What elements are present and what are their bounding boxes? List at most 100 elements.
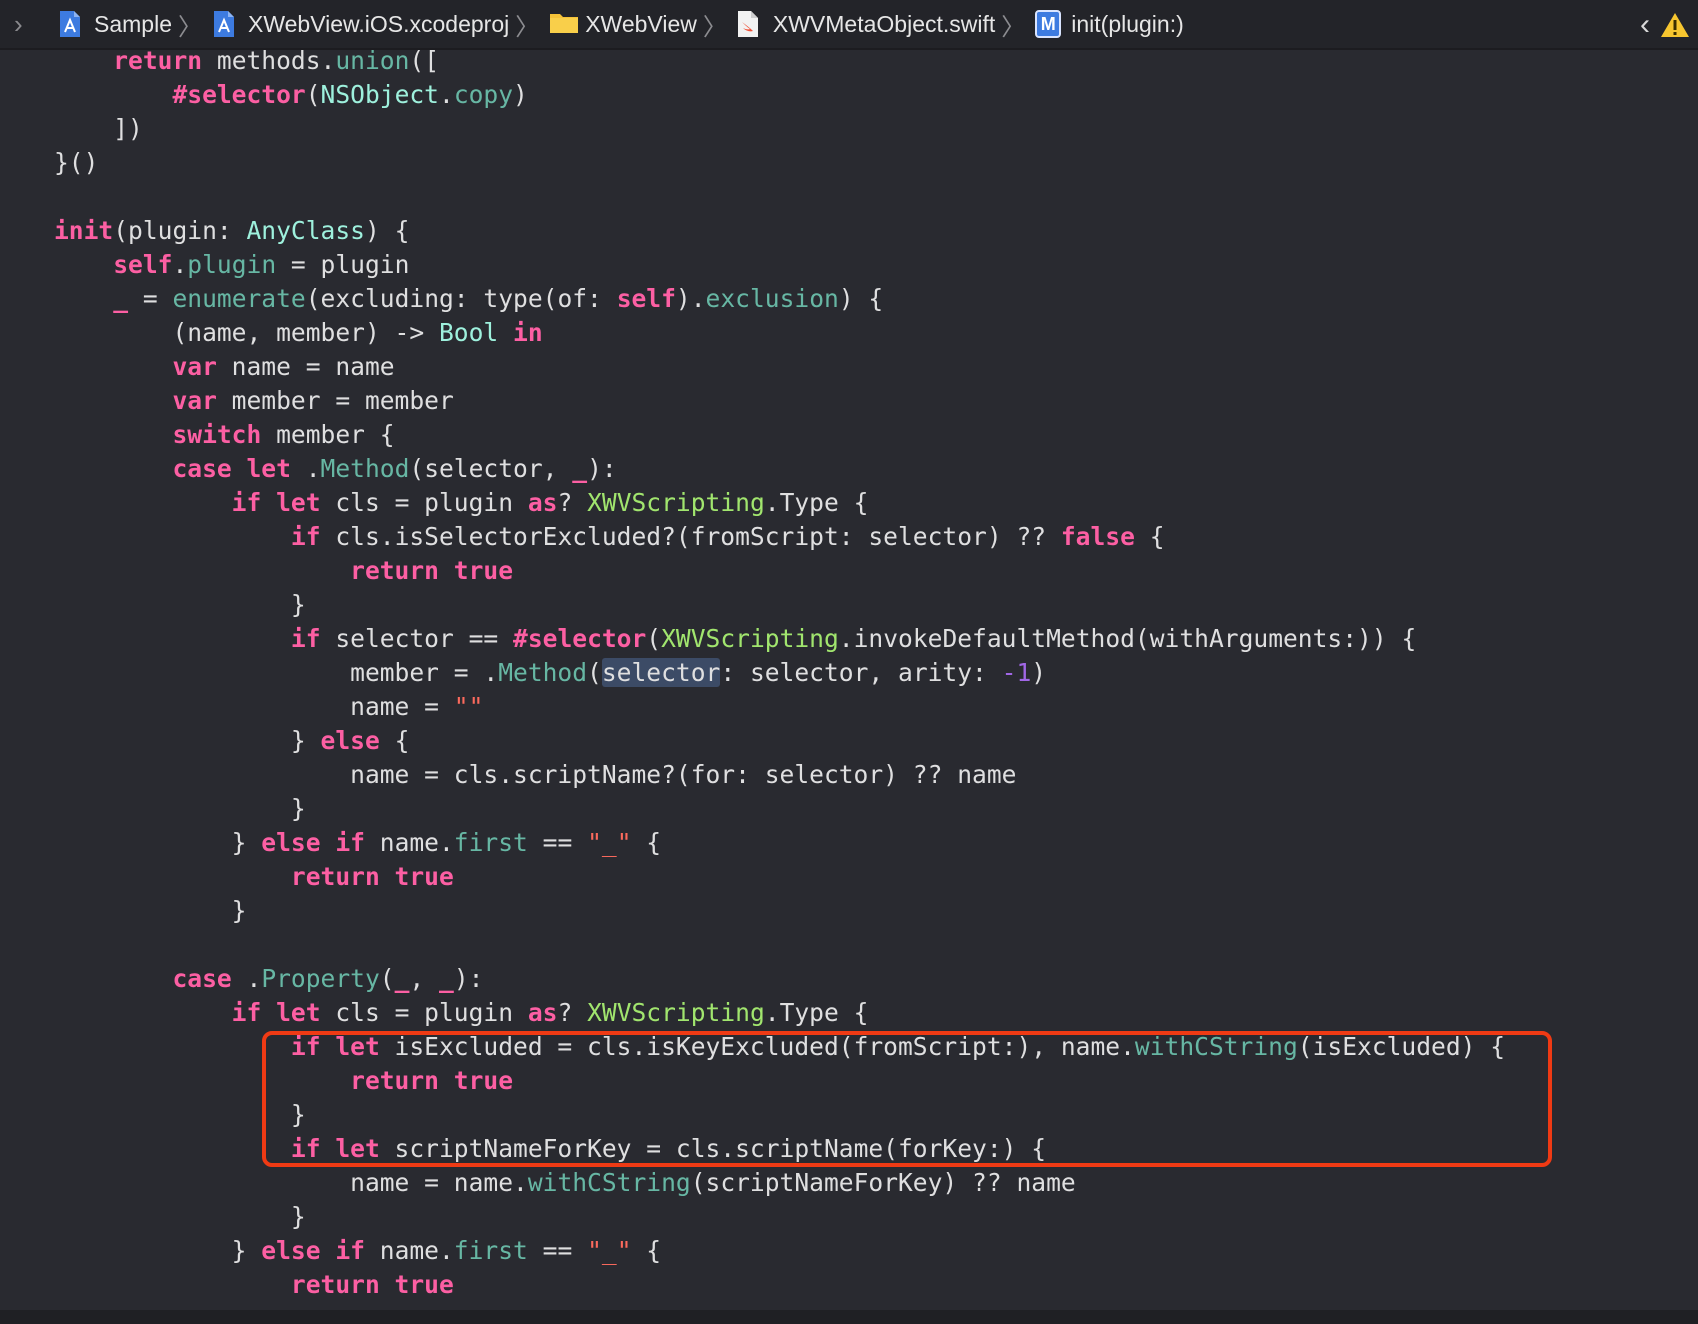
code-token: NSObject — [320, 80, 439, 109]
code-token: ([ — [409, 50, 440, 75]
code-token: else if — [261, 1236, 365, 1265]
code-line: }() — [54, 146, 98, 180]
code-token: cls = plugin — [320, 488, 528, 517]
breadcrumb: Sample 〉 XWebView.iOS.xcodeproj 〉 XWebView 〉 X… — [58, 0, 1184, 49]
code-line: self.plugin = plugin — [54, 248, 409, 282]
code-token: #selector — [513, 624, 647, 653]
code-token: ) { — [364, 216, 410, 245]
code-line: return methods.union([ — [54, 50, 439, 78]
code-token: case — [54, 964, 232, 993]
code-token: withCString — [527, 1168, 691, 1197]
code-token: = — [128, 284, 173, 313]
code-token: ) { — [838, 284, 884, 313]
code-line: case .Property(_, _): — [54, 962, 483, 996]
breadcrumb-item[interactable]: Minit(plugin:) — [1035, 0, 1184, 49]
code-token: name = name — [216, 352, 395, 381]
breadcrumb-separator: 〉 — [702, 13, 727, 41]
code-token: . — [172, 250, 188, 279]
code-token: (plugin: — [113, 216, 247, 245]
code-token: in — [513, 318, 543, 347]
code-line: if selector == #selector(XWVScripting.in… — [54, 622, 1416, 656]
code-token: enumerate — [172, 284, 306, 313]
code-line: case let .Method(selector, _): — [54, 452, 616, 486]
breadcrumb-item[interactable]: Sample — [58, 0, 172, 49]
breadcrumb-separator: 〉 — [1001, 13, 1026, 41]
code-line: ]) — [54, 112, 143, 146]
code-token: } — [54, 896, 247, 925]
breadcrumb-label: init(plugin:) — [1071, 10, 1184, 37]
code-line: var member = member — [54, 384, 453, 418]
code-line: init(plugin: AnyClass) { — [54, 214, 409, 248]
code-line: } — [54, 894, 247, 928]
code-line: if let cls = plugin as? XWVScripting.Typ… — [54, 486, 869, 520]
code-token: } — [54, 828, 262, 857]
code-line: } else if name.first == "_" { — [54, 1234, 661, 1268]
code-token: (excluding: type(of: — [305, 284, 617, 313]
code-token: Property — [261, 964, 380, 993]
code-token: { — [379, 726, 410, 755]
code-token: { — [631, 828, 662, 857]
code-line: } — [54, 792, 306, 826]
code-token: ). — [675, 284, 706, 313]
code-token: : selector, arity: — [720, 658, 1002, 687]
chevron-left-icon[interactable]: ‹ — [1640, 8, 1650, 42]
code-token: } — [54, 794, 306, 823]
code-token: copy — [453, 80, 514, 109]
code-line: return true — [54, 860, 454, 894]
code-token: "_" — [587, 828, 632, 857]
jump-bar-right: ‹ — [1640, 0, 1690, 50]
code-token: ? — [557, 488, 588, 517]
code-token: ): — [453, 964, 484, 993]
code-token: -1 — [1001, 658, 1032, 687]
code-line: } else { — [54, 724, 409, 758]
code-line: name = "" — [54, 690, 483, 724]
code-token: Bool — [438, 318, 499, 347]
code-line: } else if name.first == "_" { — [54, 826, 661, 860]
code-line: var name = name — [54, 350, 395, 384]
code-token: return true — [54, 556, 514, 585]
code-line: (name, member) -> Bool in — [54, 316, 543, 350]
code-token: name. — [364, 1236, 454, 1265]
highlight-box — [262, 1031, 1552, 1167]
code-token: XWVScripting — [587, 998, 765, 1027]
code-token: } — [54, 590, 306, 619]
code-token: , — [409, 964, 440, 993]
code-token: first — [453, 1236, 528, 1265]
chevron-right-icon[interactable]: › — [14, 0, 40, 49]
code-token: name. — [364, 828, 454, 857]
code-token: } — [54, 1202, 306, 1231]
code-token: ) — [513, 80, 528, 109]
breadcrumb-item[interactable]: XWebView.iOS.xcodeproj — [212, 0, 509, 49]
code-token: ? — [557, 998, 588, 1027]
code-token: switch — [54, 420, 262, 449]
breadcrumb-label: XWebView.iOS.xcodeproj — [247, 10, 510, 37]
code-token: AnyClass — [246, 216, 365, 245]
code-token: = plugin — [276, 250, 410, 279]
breadcrumb-item[interactable]: XWVMetaObject.swift — [737, 0, 995, 49]
code-token: }() — [54, 148, 99, 177]
code-token: if let — [54, 998, 321, 1027]
code-line: member = .Method(selector: selector, ari… — [54, 656, 1046, 690]
code-token: name = — [54, 692, 454, 721]
code-token: . — [231, 964, 262, 993]
code-token: name = name. — [54, 1168, 528, 1197]
code-token: } — [54, 1236, 262, 1265]
code-token: (selector, — [409, 454, 573, 483]
code-token: return — [54, 50, 203, 75]
breadcrumb-item[interactable]: XWebView — [549, 0, 697, 49]
editor-bottom-edge — [0, 1310, 1698, 1324]
warning-icon[interactable] — [1660, 11, 1690, 39]
code-token: name = cls.scriptName?(for: selector) ??… — [54, 760, 1017, 789]
code-line: if cls.isSelectorExcluded?(fromScript: s… — [54, 520, 1165, 554]
code-token: { — [631, 1236, 662, 1265]
code-token: ( — [646, 624, 662, 653]
code-token: _ — [54, 284, 129, 313]
code-token: .invokeDefaultMethod(withArguments:)) { — [838, 624, 1417, 653]
xcode-project-icon — [212, 10, 238, 38]
code-token: if let — [54, 488, 321, 517]
code-token: first — [453, 828, 528, 857]
code-token: exclusion — [705, 284, 839, 313]
code-token: (scriptNameForKey) ?? name — [690, 1168, 1076, 1197]
code-line: _ = enumerate(excluding: type(of: self).… — [54, 282, 883, 316]
